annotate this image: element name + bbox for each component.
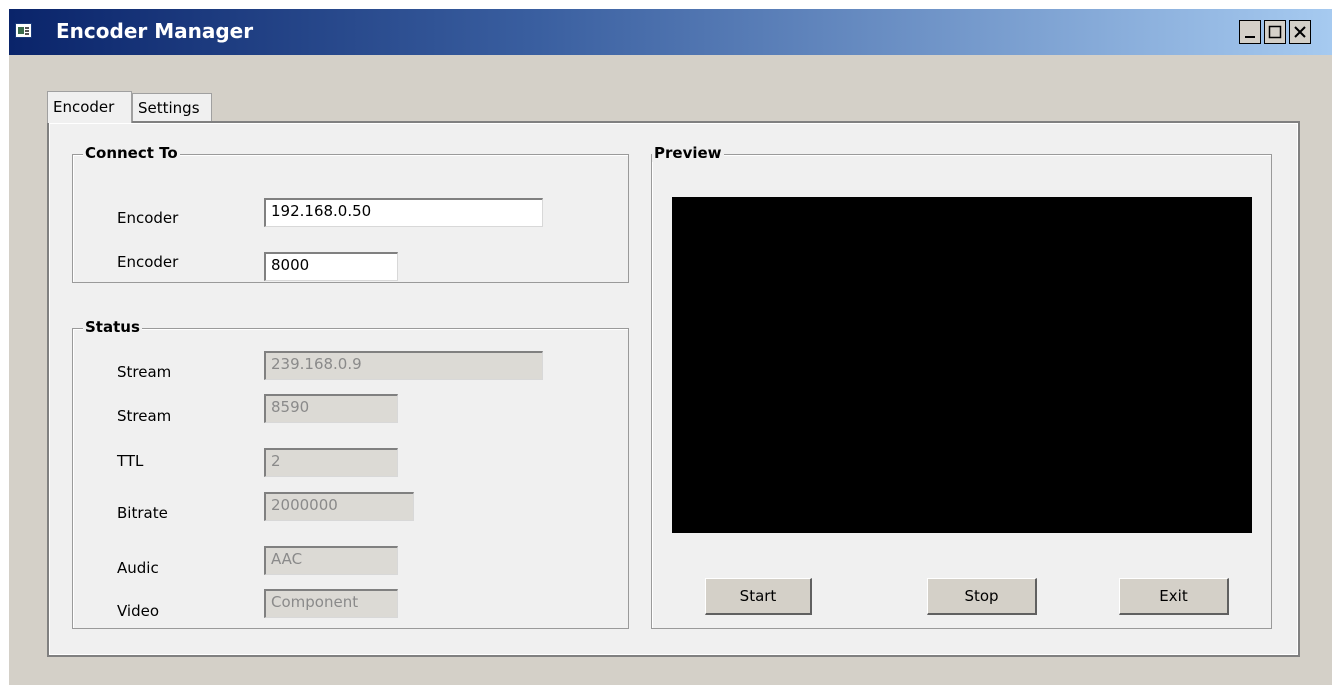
app-icon[interactable]: [15, 23, 32, 38]
start-button[interactable]: Start: [705, 578, 812, 615]
ttl-label: TTL: [117, 452, 144, 470]
close-icon: [1294, 26, 1306, 38]
encoder-tab-panel: Connect To Encoder 192.168.0.50 Encoder …: [47, 121, 1300, 657]
preview-title: Preview: [652, 144, 724, 162]
stop-button[interactable]: Stop: [927, 578, 1037, 615]
encoder-port-input[interactable]: 8000: [264, 252, 398, 281]
close-button[interactable]: [1289, 20, 1311, 44]
status-title: Status: [83, 318, 142, 336]
audio-field[interactable]: AAC: [264, 546, 398, 575]
audio-label: Audic: [117, 559, 159, 577]
bitrate-field[interactable]: 2000000: [264, 492, 414, 521]
encoder-address-input[interactable]: 192.168.0.50: [264, 198, 543, 227]
stream-port-label: Stream: [117, 407, 172, 425]
video-preview: [672, 197, 1252, 533]
video-field[interactable]: Component: [264, 589, 398, 618]
connect-to-title: Connect To: [83, 144, 180, 162]
title-bar[interactable]: Encoder Manager: [9, 9, 1332, 55]
ttl-field[interactable]: 2: [264, 448, 398, 477]
maximize-button[interactable]: [1264, 20, 1286, 44]
bitrate-label: Bitrate: [117, 504, 168, 522]
window-title: Encoder Manager: [56, 19, 254, 43]
encoder-manager-window: Encoder Manager Encoder Settings Connect…: [9, 9, 1332, 685]
exit-button[interactable]: Exit: [1119, 578, 1229, 615]
minimize-icon: [1245, 36, 1255, 38]
stream-port-field[interactable]: 8590: [264, 394, 398, 423]
encoder-port-label: Encoder: [117, 253, 179, 271]
stream-address-label: Stream: [117, 363, 172, 381]
tab-encoder[interactable]: Encoder: [47, 91, 132, 123]
tab-settings[interactable]: Settings: [132, 93, 212, 121]
encoder-address-label: Encoder: [117, 209, 179, 227]
minimize-button[interactable]: [1239, 20, 1261, 44]
maximize-icon: [1268, 25, 1282, 39]
video-label: Video: [117, 602, 160, 620]
stream-address-field[interactable]: 239.168.0.9: [264, 351, 543, 380]
